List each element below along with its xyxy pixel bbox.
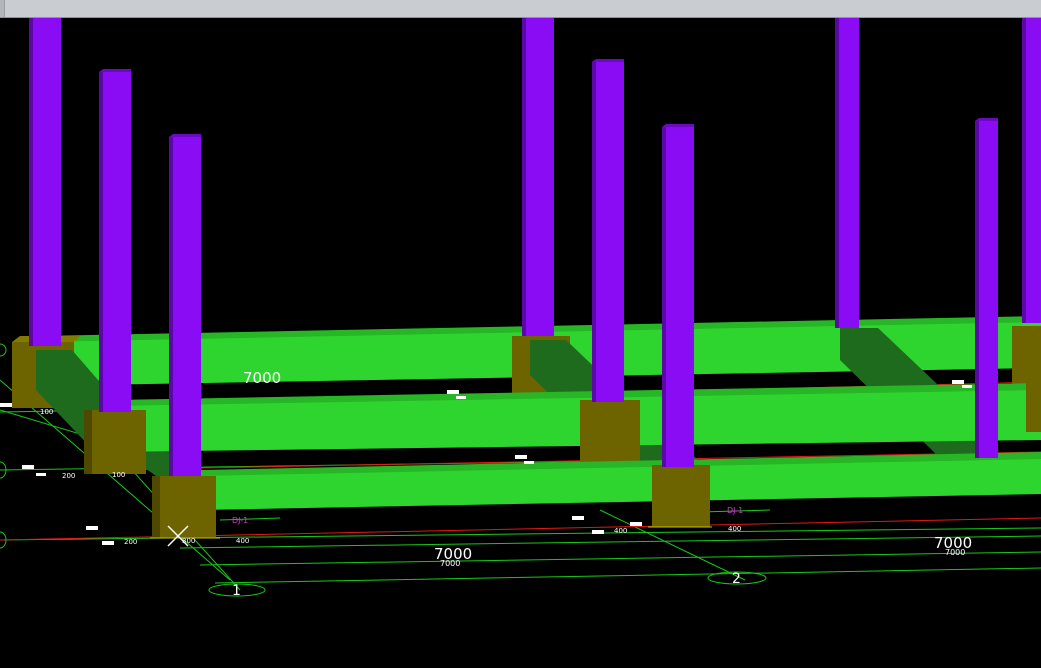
dim-400-b: 400 xyxy=(614,527,627,535)
dim-200-a: 200 xyxy=(62,472,75,480)
axis-label-2: 2 xyxy=(732,571,741,587)
dim-400-c: 400 xyxy=(728,525,741,533)
axis-bubble-1[interactable]: 1 xyxy=(208,583,266,599)
dim-100-b: 100 xyxy=(112,471,125,479)
dim-400-a: 400 xyxy=(236,537,249,545)
3d-model-viewport[interactable]: 7000 7000 7000 7000 7000 100 100 200 200… xyxy=(0,18,1041,668)
axis-bubble-2[interactable]: 2 xyxy=(707,571,767,587)
axis-bubble-left-partial xyxy=(0,343,7,549)
dim-100-a: 100 xyxy=(40,408,53,416)
footing-tag-2: DJ-1 xyxy=(727,506,743,515)
window-titlebar[interactable] xyxy=(0,0,1041,18)
axis-label-1: 1 xyxy=(232,583,241,599)
dimension-7000-bottom-middle-small: 7000 xyxy=(440,559,460,568)
titlebar-edge xyxy=(0,0,5,17)
dim-200-b: 200 xyxy=(124,538,137,546)
footing-tag-1: DJ-1 xyxy=(232,516,248,525)
dimension-7000-bottom-right-small: 7000 xyxy=(945,548,965,557)
dimension-7000-top-left: 7000 xyxy=(243,369,281,387)
beam-middle-row[interactable] xyxy=(110,383,1041,452)
